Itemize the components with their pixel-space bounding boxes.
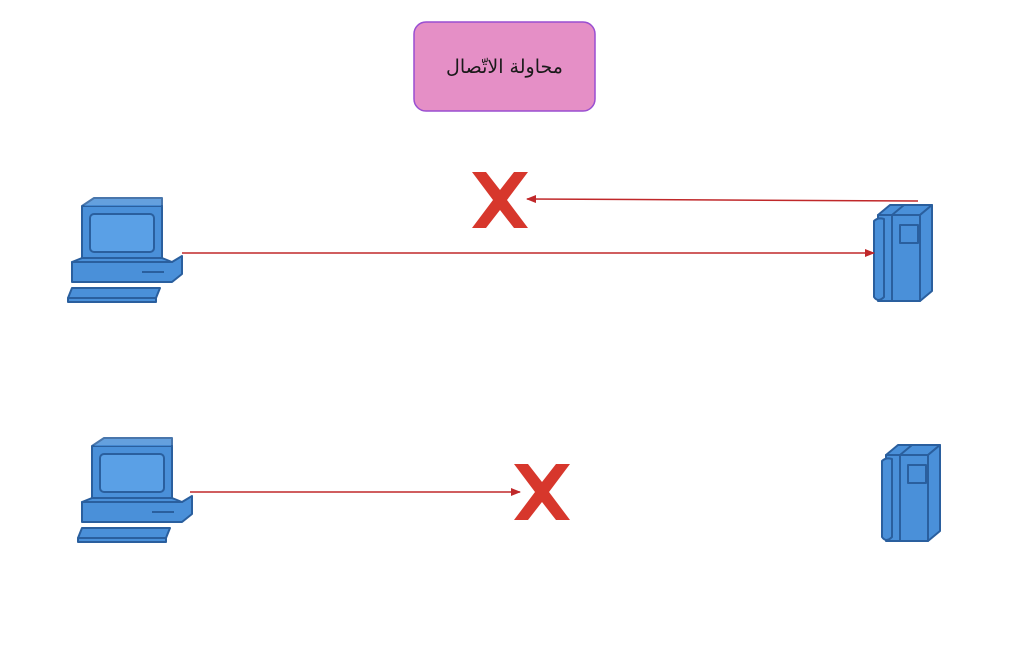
title-box: محاولة الاتّصال	[413, 21, 596, 112]
diagram-canvas: محاولة الاتّصال	[0, 0, 1033, 646]
connection-attempt-diagram: محاولة الاتّصال	[67, 21, 941, 543]
computer-icon	[67, 197, 183, 303]
scenario-request-fails	[77, 437, 941, 543]
scenario-server-reply-fails	[67, 172, 933, 303]
server-tower-icon	[873, 204, 933, 302]
title-label: محاولة الاتّصال	[446, 56, 563, 78]
x-mark-icon	[514, 464, 570, 520]
server-tower-icon	[881, 444, 941, 542]
x-mark-icon	[472, 172, 528, 228]
reply-arrow	[526, 195, 919, 204]
computer-icon	[77, 437, 193, 543]
